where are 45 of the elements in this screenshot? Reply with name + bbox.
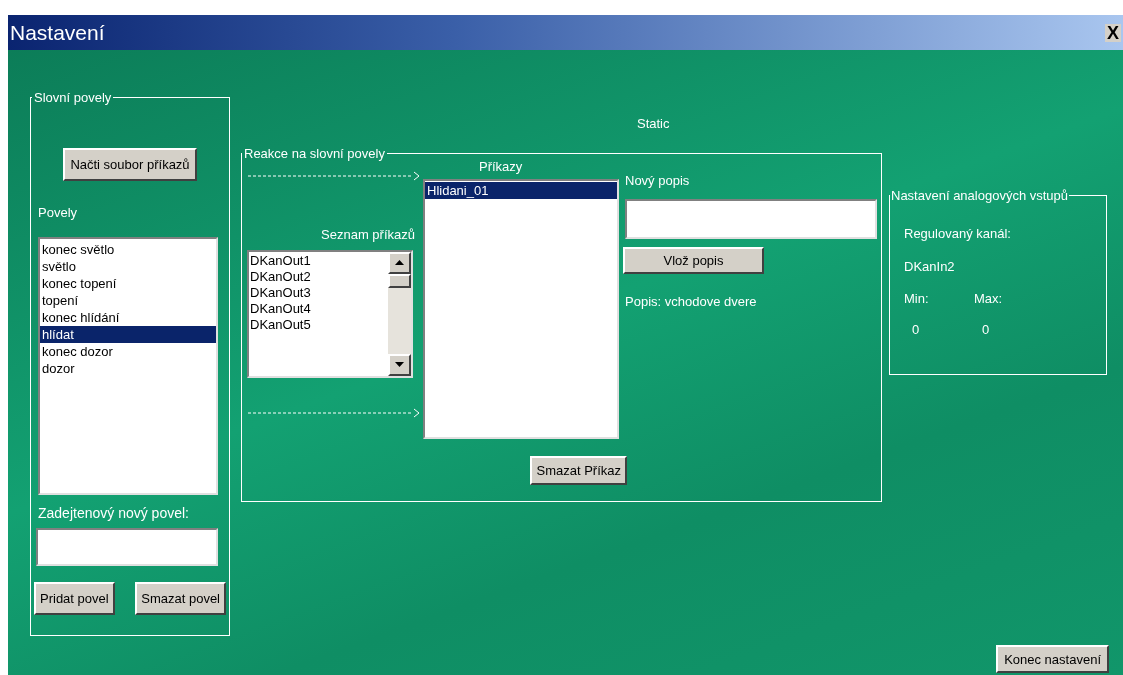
input-field[interactable]	[36, 528, 218, 566]
new-command-label: Zadejtenový nový povel:	[38, 504, 190, 523]
up-arrow-icon	[395, 260, 404, 265]
list-label: Seznam příkazů	[321, 226, 416, 244]
list-item[interactable]: konec hlídání	[40, 309, 216, 326]
list-item[interactable]: Hlidani_01	[425, 181, 617, 199]
list-item[interactable]: topení	[40, 292, 216, 309]
min-value: 0	[912, 321, 921, 339]
list-label: Příkazy	[479, 158, 524, 176]
list-label: Povely	[38, 203, 79, 222]
list-item[interactable]: konec topení	[40, 275, 216, 292]
group-title: Nastavení analogových vstupů	[890, 187, 1070, 205]
exit-button[interactable]: Konec nastavení	[996, 645, 1109, 673]
load-button[interactable]: Načti soubor příkazů	[63, 147, 197, 181]
window-title: Nastavení	[10, 19, 105, 46]
list-item[interactable]: DKanOut4	[249, 300, 388, 317]
delete-command-button[interactable]: Smazat Příkaz	[530, 455, 627, 485]
list-item[interactable]: hlídat	[40, 326, 216, 343]
scrollbar[interactable]	[388, 249, 413, 378]
max-label: Max:	[974, 289, 1003, 308]
description-label: Nový popis	[625, 172, 691, 190]
list-item[interactable]: DKanOut2	[249, 268, 388, 285]
description-text: Popis: vchodove dvere	[625, 292, 758, 311]
list-item[interactable]: dozor	[40, 360, 216, 377]
scroll-down-button[interactable]	[388, 353, 411, 376]
list-item[interactable]: DKanOut1	[249, 252, 388, 269]
list-item[interactable]: konec dozor	[40, 343, 216, 360]
group-title: Reakce na slovní povely	[243, 144, 386, 163]
scroll-up-button[interactable]	[388, 251, 411, 274]
list-item[interactable]: DKanOut3	[249, 284, 388, 301]
down-arrow-icon	[395, 362, 404, 367]
group-title: Slovní povely	[33, 89, 113, 107]
description-field[interactable]	[625, 198, 877, 239]
static-label: Static	[637, 115, 671, 133]
min-label: Min:	[904, 289, 930, 308]
max-value: 0	[982, 321, 990, 339]
list-item[interactable]: světlo	[40, 258, 216, 275]
insert-button[interactable]: Vlož popis	[623, 246, 764, 274]
delete-button[interactable]: Smazat povel	[135, 582, 226, 615]
close-button[interactable]: X	[1105, 23, 1121, 42]
add-button[interactable]: Pridat povel	[34, 582, 115, 615]
channel-label: Regulovaný kanál:	[904, 224, 1012, 243]
list-item[interactable]: DKanOut5	[249, 316, 388, 333]
list-item[interactable]: konec světlo	[40, 241, 216, 258]
channel-value: DKanIn2	[904, 258, 956, 276]
